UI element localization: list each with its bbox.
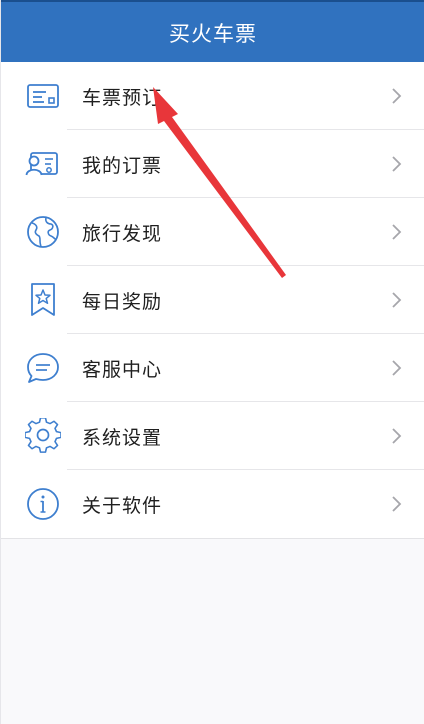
menu-item-customer-service[interactable]: 客服中心	[1, 334, 424, 402]
chat-bubble-icon	[24, 349, 62, 387]
menu-item-label: 我的订票	[82, 154, 163, 177]
info-icon	[24, 485, 62, 523]
menu-item-ticket-booking[interactable]: 车票预订	[1, 62, 424, 130]
gear-icon	[24, 417, 62, 455]
page-title: 买火车票	[169, 22, 257, 46]
id-card-icon	[24, 145, 62, 183]
menu-item-daily-rewards[interactable]: 每日奖励	[1, 266, 424, 334]
menu-item-about-software[interactable]: 关于软件	[1, 470, 424, 538]
menu-item-my-orders[interactable]: 我的订票	[1, 130, 424, 198]
ticket-card-icon	[24, 77, 62, 115]
app-screen: 买火车票 车票预订 我的订票 旅行发现 每日奖励 客服中心 系统设置 关于软件	[0, 0, 424, 724]
star-bookmark-icon	[24, 281, 62, 319]
app-header: 买火车票	[1, 0, 424, 62]
chevron-right-icon	[391, 494, 403, 514]
menu-item-label: 关于软件	[82, 494, 163, 517]
menu-item-label: 每日奖励	[82, 290, 163, 313]
chevron-right-icon	[391, 290, 403, 310]
main-menu: 车票预订 我的订票 旅行发现 每日奖励 客服中心 系统设置 关于软件	[1, 62, 424, 539]
globe-icon	[24, 213, 62, 251]
chevron-right-icon	[391, 86, 403, 106]
menu-item-label: 车票预订	[82, 86, 163, 109]
menu-item-label: 旅行发现	[82, 222, 163, 245]
chevron-right-icon	[391, 222, 403, 242]
chevron-right-icon	[391, 426, 403, 446]
menu-item-system-settings[interactable]: 系统设置	[1, 402, 424, 470]
menu-item-travel-discovery[interactable]: 旅行发现	[1, 198, 424, 266]
menu-item-label: 系统设置	[82, 426, 163, 449]
chevron-right-icon	[391, 154, 403, 174]
menu-item-label: 客服中心	[82, 358, 163, 381]
chevron-right-icon	[391, 358, 403, 378]
